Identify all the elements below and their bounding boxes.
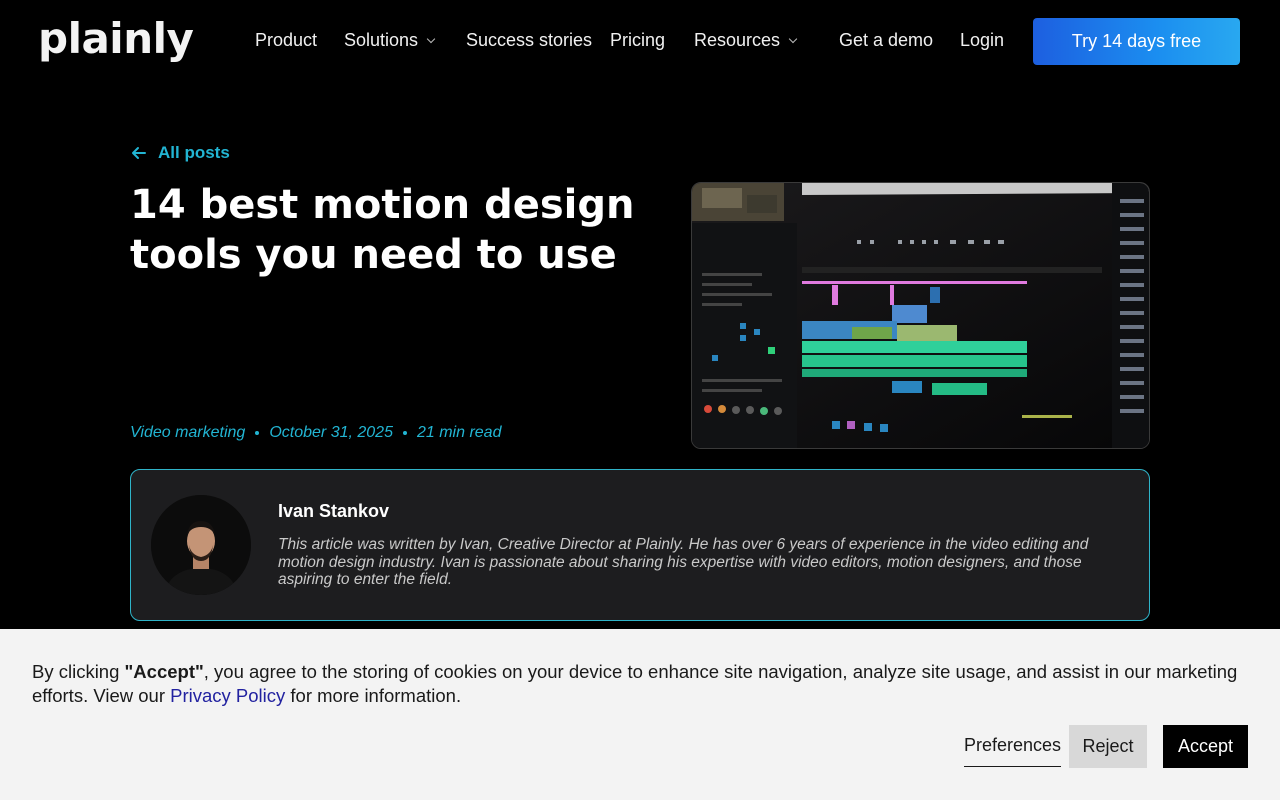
cookie-text-bold: "Accept" bbox=[124, 661, 204, 682]
article-title: 14 best motion design tools you need to … bbox=[130, 182, 635, 278]
author-card: Ivan Stankov This article was written by… bbox=[130, 469, 1150, 621]
accept-button[interactable]: Accept bbox=[1163, 725, 1248, 768]
try-free-button[interactable]: Try 14 days free bbox=[1033, 18, 1240, 65]
video-editor-screenshot bbox=[692, 183, 1149, 448]
author-bio: This article was written by Ivan, Creati… bbox=[278, 536, 1089, 588]
nav-solutions-label: Solutions bbox=[344, 30, 419, 50]
author-name: Ivan Stankov bbox=[278, 501, 390, 521]
cookie-banner: By clicking "Accept", you agree to the s… bbox=[0, 629, 1280, 800]
cookie-text-end: for more information. bbox=[285, 685, 462, 706]
nav-pricing-label: Pricing bbox=[610, 30, 666, 50]
plainly-logo[interactable]: plainly bbox=[38, 14, 194, 63]
hero-image bbox=[691, 182, 1150, 449]
chevron-down-icon bbox=[426, 34, 436, 43]
nav-resources-label: Resources bbox=[694, 30, 781, 50]
preferences-button[interactable]: Preferences bbox=[964, 729, 1062, 767]
nav-pricing[interactable]: Pricing bbox=[610, 30, 665, 51]
site-header: plainly Product Solutions Success storie… bbox=[0, 0, 1280, 82]
arrow-left-icon bbox=[132, 147, 146, 159]
nav-get-demo-label: Get a demo bbox=[839, 30, 934, 50]
nav-solutions[interactable]: Solutions bbox=[344, 30, 436, 51]
nav-product[interactable]: Product bbox=[255, 30, 317, 51]
chevron-down-icon bbox=[788, 34, 798, 43]
article-read-time: 21 min read bbox=[416, 424, 502, 441]
cookie-text-start: By clicking bbox=[32, 661, 125, 682]
nav-login[interactable]: Login bbox=[960, 30, 1004, 51]
reject-button[interactable]: Reject bbox=[1069, 725, 1147, 768]
article-meta: Video marketing October 31, 2025 21 min … bbox=[130, 424, 501, 442]
nav-product-label: Product bbox=[255, 30, 318, 50]
all-posts-label: All posts bbox=[158, 143, 230, 162]
all-posts-link[interactable]: All posts bbox=[130, 143, 230, 163]
nav-login-label: Login bbox=[960, 30, 1005, 50]
separator-dot bbox=[255, 431, 260, 435]
person-portrait-icon bbox=[151, 495, 251, 595]
nav-get-demo[interactable]: Get a demo bbox=[839, 30, 933, 51]
author-avatar bbox=[151, 495, 251, 595]
separator-dot bbox=[402, 431, 407, 435]
article-category[interactable]: Video marketing bbox=[130, 424, 245, 442]
cookie-message: By clicking "Accept", you agree to the s… bbox=[32, 660, 1247, 708]
try-free-label: Try 14 days free bbox=[1071, 31, 1202, 51]
privacy-policy-link[interactable]: Privacy Policy bbox=[170, 685, 285, 706]
nav-success-stories-label: Success stories bbox=[466, 30, 593, 50]
article-date: October 31, 2025 bbox=[269, 424, 393, 441]
nav-resources[interactable]: Resources bbox=[694, 30, 798, 51]
nav-success-stories[interactable]: Success stories bbox=[466, 30, 592, 51]
